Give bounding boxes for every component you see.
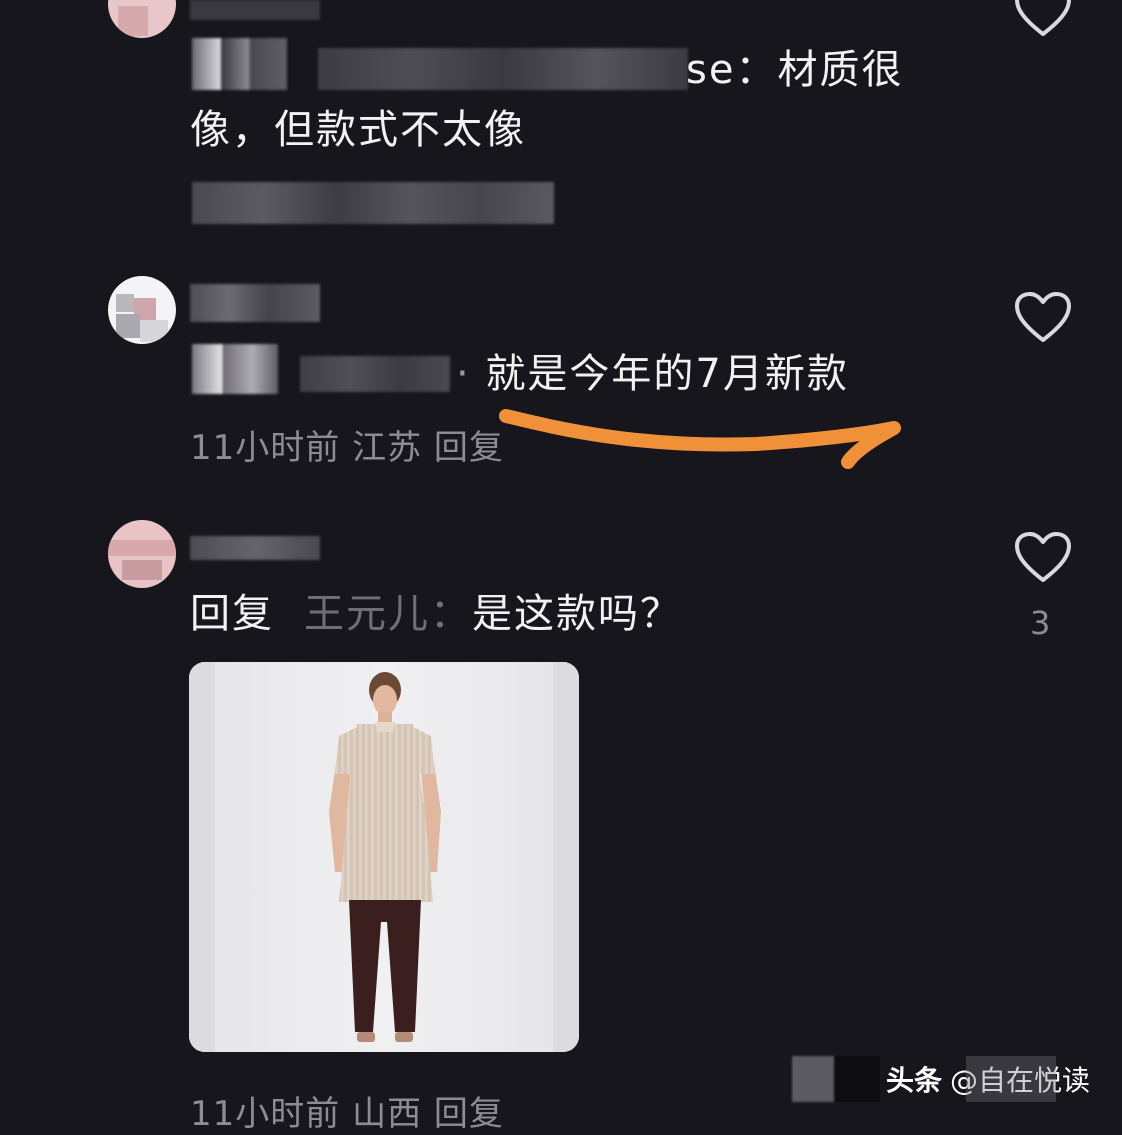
comment-text: 回复 王元儿：是这款吗？ — [190, 591, 682, 637]
mention-blurred — [318, 48, 688, 90]
avatar[interactable] — [108, 0, 176, 38]
comment-text: 像，但款式不太像 — [190, 107, 526, 153]
watermark-brand: 头条 — [886, 1064, 943, 1097]
reply-prefix: 回复 — [190, 591, 274, 637]
comment-meta: 11小时前 江苏 回复 — [190, 428, 504, 468]
watermark: 头条 @自在悦读 — [792, 1056, 1090, 1102]
username-blurred — [190, 536, 320, 560]
comment-image[interactable] — [189, 662, 579, 1052]
reply-prefix-blurred — [192, 38, 287, 90]
like-count: 3 — [1030, 604, 1051, 642]
watermark-account: @自在悦读 — [950, 1064, 1091, 1097]
avatar[interactable] — [108, 276, 176, 344]
avatar[interactable] — [108, 520, 176, 588]
heart-outline-icon[interactable] — [1014, 0, 1072, 38]
reply-target: 王元儿： — [304, 591, 472, 637]
annotation-underline — [499, 409, 901, 469]
username-blurred — [190, 0, 320, 20]
username-blurred — [190, 284, 320, 322]
comment-meta-blurred — [192, 182, 554, 224]
heart-outline-icon[interactable] — [1014, 532, 1072, 584]
mention-blurred — [300, 356, 450, 392]
comment-text: se：材质很 — [686, 47, 904, 93]
comment-meta: 11小时前 山西 回复 — [190, 1094, 504, 1134]
heart-outline-icon[interactable] — [1014, 292, 1072, 344]
model-photo — [189, 662, 579, 1052]
comment-text: · 就是今年的7月新款 — [456, 351, 849, 397]
reply-prefix-blurred — [192, 344, 278, 394]
